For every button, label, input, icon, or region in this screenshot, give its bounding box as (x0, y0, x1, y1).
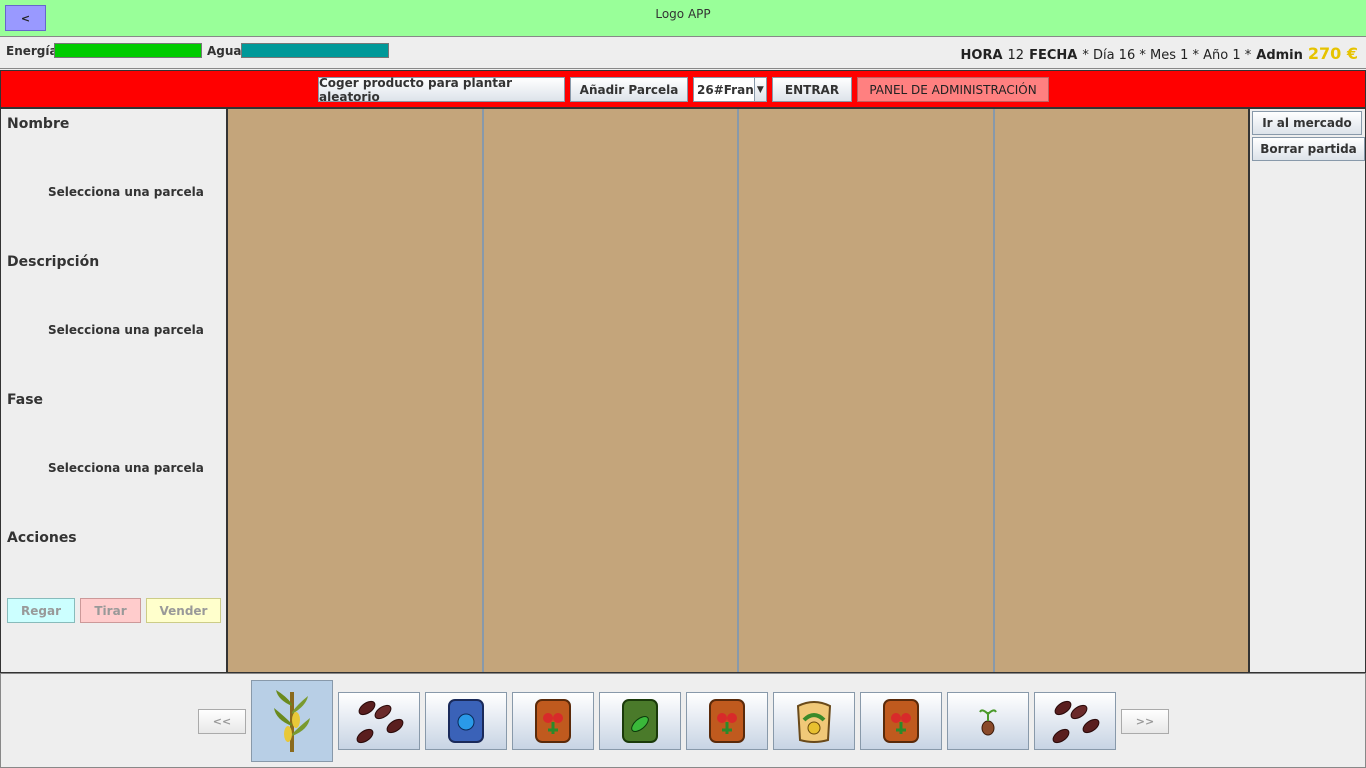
inventory-slot[interactable] (686, 692, 768, 750)
inventory-bar: << >> (0, 673, 1366, 768)
description-value: Selecciona una parcela (48, 323, 204, 337)
inventory-slot[interactable] (338, 692, 420, 750)
delete-game-button[interactable]: Borrar partida (1252, 137, 1365, 161)
market-button[interactable]: Ir al mercado (1252, 111, 1362, 135)
prev-page-button[interactable]: << (198, 709, 246, 734)
plot-2[interactable] (484, 109, 739, 672)
enter-button[interactable]: ENTRAR (772, 77, 852, 102)
throw-button[interactable]: Tirar (80, 598, 141, 623)
green-seed-packet-icon (622, 699, 658, 743)
farm-field (227, 108, 1249, 673)
water-bar (241, 43, 389, 58)
yellow-seed-packet-icon (796, 701, 832, 743)
water-button[interactable]: Regar (7, 598, 75, 623)
add-plot-button[interactable]: Añadir Parcela (570, 77, 688, 102)
inventory-slot[interactable] (1034, 692, 1116, 750)
phase-heading: Fase (7, 392, 44, 408)
inventory-slot[interactable] (425, 692, 507, 750)
red-flower-seed-packet-icon (709, 699, 745, 743)
corn-plant-icon (274, 690, 310, 752)
sell-button[interactable]: Vender (146, 598, 221, 623)
inventory-slot[interactable] (251, 680, 333, 762)
random-plant-button[interactable]: Coger producto para plantar aleatorio (318, 76, 565, 104)
inventory-slot[interactable] (773, 692, 855, 750)
game-select[interactable]: 26#Fran ▼ (693, 77, 767, 102)
water-label: Agua (207, 44, 242, 58)
next-page-button[interactable]: >> (1121, 709, 1169, 734)
inventory-slot[interactable] (860, 692, 942, 750)
sprout-icon (979, 709, 997, 736)
red-flower-seed-packet-icon (883, 699, 919, 743)
coffee-beans-icon (356, 700, 404, 744)
money-display: 270 € (1307, 44, 1358, 63)
phase-value: Selecciona una parcela (48, 461, 204, 475)
name-heading: Nombre (7, 116, 70, 132)
plot-3[interactable] (739, 109, 995, 672)
red-flower-seed-packet-icon (535, 699, 571, 743)
plot-4[interactable] (995, 109, 1249, 672)
description-heading: Descripción (7, 254, 100, 270)
user-name: Admin (1256, 48, 1303, 63)
actions-heading: Acciones (7, 530, 77, 546)
hora-label: HORA (960, 48, 1003, 63)
details-panel: Nombre Selecciona una parcela Descripció… (0, 108, 227, 673)
blue-seed-packet-icon (448, 699, 484, 743)
status-bar: Energía Agua HORA 12 FECHA * Día 16 * Me… (0, 36, 1366, 69)
coffee-beans-icon (1052, 700, 1100, 744)
inventory-slot[interactable] (512, 692, 594, 750)
admin-panel-button[interactable]: PANEL DE ADMINISTRACIÓN (857, 77, 1049, 102)
right-panel: Ir al mercado Borrar partida (1249, 108, 1366, 673)
name-value: Selecciona una parcela (48, 185, 204, 199)
chevron-down-icon[interactable]: ▼ (753, 78, 766, 101)
fecha-value: * Día 16 * Mes 1 * Año 1 * (1082, 48, 1252, 63)
energy-label: Energía (6, 44, 58, 58)
energy-bar (54, 43, 202, 58)
date-time-display: HORA 12 FECHA * Día 16 * Mes 1 * Año 1 *… (961, 44, 1358, 63)
game-select-value: 26#Fran (697, 82, 754, 97)
title-bar: < Logo APP (0, 0, 1366, 36)
app-title: Logo APP (655, 7, 711, 21)
inventory-slot[interactable] (947, 692, 1029, 750)
toolbar: Coger producto para plantar aleatorio Añ… (0, 70, 1366, 108)
inventory-slot[interactable] (599, 692, 681, 750)
hora-value: 12 (1007, 48, 1025, 63)
fecha-label: FECHA (1029, 48, 1078, 63)
plot-1[interactable] (228, 109, 484, 672)
